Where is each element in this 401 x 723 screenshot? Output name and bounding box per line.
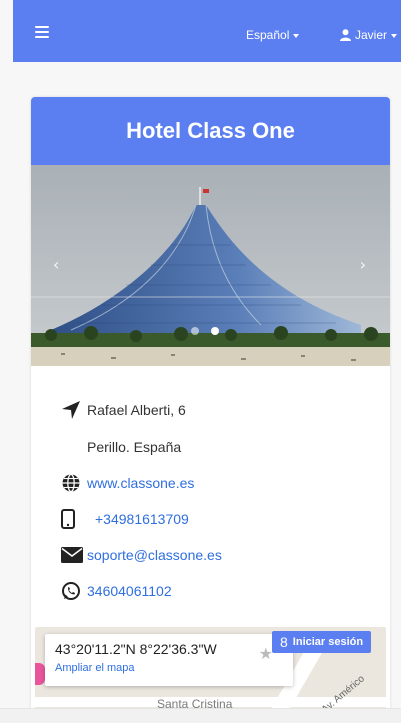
- image-carousel[interactable]: ‹ ›: [31, 165, 390, 366]
- carousel-indicators: [191, 327, 219, 335]
- mobile-phone-icon: [61, 509, 87, 529]
- address-line1: Rafael Alberti, 6: [87, 402, 186, 418]
- website-row: www.classone.es: [61, 471, 194, 495]
- whatsapp-icon: [61, 581, 87, 601]
- website-link[interactable]: www.classone.es: [87, 475, 194, 491]
- hamburger-menu-icon[interactable]: [35, 26, 49, 38]
- phone-row: +34981613709: [61, 507, 189, 531]
- bottom-bar: [0, 708, 401, 723]
- map-signin-button[interactable]: 8 Iniciar sesión: [272, 631, 372, 653]
- carousel-indicator-2[interactable]: [211, 327, 219, 335]
- address-line2: Perillo. España: [87, 439, 182, 455]
- google-g-icon: 8: [280, 634, 288, 650]
- envelope-icon: [61, 545, 87, 565]
- star-icon[interactable]: ★: [259, 644, 273, 663]
- signin-label: Iniciar sesión: [292, 636, 364, 648]
- hotel-card: Hotel Class One ‹ › Rafael Alberti, 6 Pe…: [31, 97, 390, 723]
- address-line1-row: Rafael Alberti, 6: [61, 398, 186, 422]
- user-name: Javier: [355, 28, 388, 42]
- language-label: Español: [246, 28, 290, 42]
- whatsapp-link[interactable]: 34604061102: [87, 583, 172, 599]
- whatsapp-row: 34604061102: [61, 579, 172, 603]
- language-dropdown[interactable]: Español: [246, 28, 300, 42]
- carousel-prev-icon[interactable]: ‹: [53, 255, 59, 274]
- chevron-down-icon: [293, 33, 300, 38]
- carousel-next-icon[interactable]: ›: [360, 255, 366, 274]
- user-icon: [340, 29, 351, 41]
- chevron-down-icon: [391, 33, 398, 38]
- location-arrow-icon: [61, 400, 87, 420]
- email-link[interactable]: soporte@classone.es: [87, 547, 222, 563]
- map-info-box: 43°20'11.2"N 8°22'36.3"W ★ Ampliar el ma…: [45, 634, 293, 686]
- email-row: soporte@classone.es: [61, 543, 222, 567]
- phone-link[interactable]: +34981613709: [95, 511, 189, 527]
- map-coordinates: 43°20'11.2"N 8°22'36.3"W: [55, 641, 217, 657]
- map-marker-icon: [35, 663, 45, 685]
- top-navbar: Español Javier: [13, 0, 401, 62]
- hotel-photo: [31, 165, 390, 366]
- card-header: Hotel Class One: [31, 97, 390, 165]
- user-dropdown[interactable]: Javier: [340, 28, 398, 42]
- globe-icon: [61, 473, 87, 493]
- address-line2-row: Perillo. España: [61, 435, 181, 459]
- enlarge-map-link[interactable]: Ampliar el mapa: [55, 662, 283, 674]
- hotel-name: Hotel Class One: [126, 118, 295, 143]
- carousel-indicator-1[interactable]: [191, 327, 199, 335]
